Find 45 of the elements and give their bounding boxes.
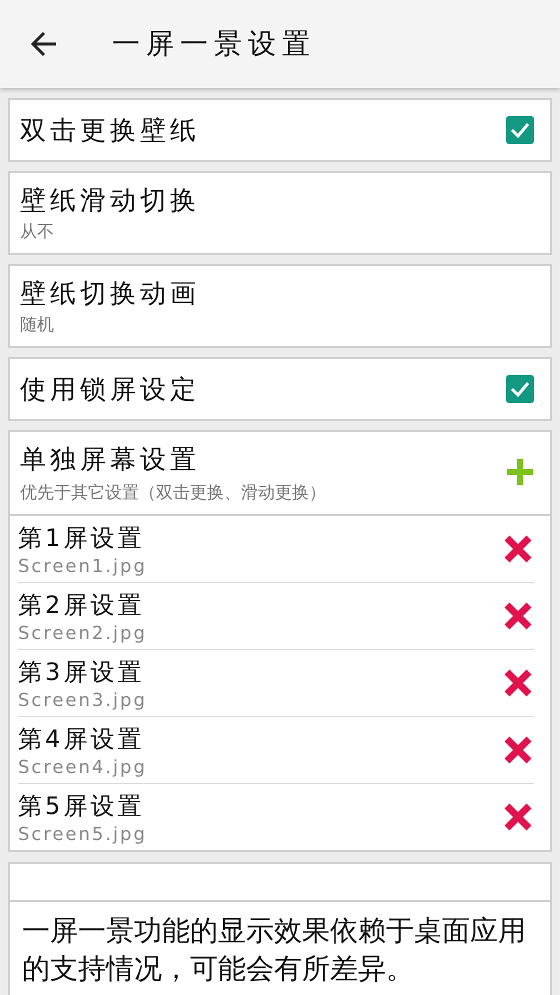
setting-title: 壁纸滑动切换 xyxy=(20,185,201,218)
screen-item[interactable]: 第1屏设置 Screen1.jpg xyxy=(18,516,534,583)
screen-title: 一屏一景设置 xyxy=(112,26,316,62)
file-name: Screen4.jpg xyxy=(18,756,148,778)
setting-title: 壁纸切换动画 xyxy=(20,278,201,311)
setting-item[interactable]: 双击更换壁纸 xyxy=(8,98,552,162)
setting-value: 从不 xyxy=(20,221,55,243)
file-name: Screen5.jpg xyxy=(18,824,148,844)
close-icon xyxy=(502,600,534,632)
screen-title: 第1屏设置 xyxy=(18,522,146,554)
plus-icon xyxy=(505,457,535,487)
close-icon xyxy=(502,734,534,766)
screen-item[interactable]: 第5屏设置 Screen5.jpg xyxy=(18,784,534,850)
setting-title: 使用锁屏设定 xyxy=(20,374,201,406)
screen-item[interactable]: 第3屏设置 Screen3.jpg xyxy=(18,650,534,717)
screen-title: 第3屏设置 xyxy=(18,656,146,688)
delete-button[interactable] xyxy=(502,801,534,833)
checkbox[interactable] xyxy=(506,375,534,403)
checkbox[interactable] xyxy=(506,116,534,144)
setting-title: 双击更换壁纸 xyxy=(20,114,201,148)
screen-item[interactable]: 第4屏设置 Screen4.jpg xyxy=(18,717,534,784)
file-name: Screen1.jpg xyxy=(18,556,148,576)
close-icon xyxy=(502,533,534,565)
close-icon xyxy=(502,667,534,699)
delete-button[interactable] xyxy=(502,667,534,699)
delete-button[interactable] xyxy=(502,734,534,766)
file-name: Screen3.jpg xyxy=(18,690,148,710)
setting-item[interactable]: 壁纸滑动切换 从不 xyxy=(8,171,552,255)
setting-value: 随机 xyxy=(20,314,55,336)
checkmark-icon xyxy=(510,381,530,397)
screen-title: 第5屏设置 xyxy=(18,790,146,822)
checkmark-icon xyxy=(510,122,530,138)
screen-item[interactable]: 第2屏设置 Screen2.jpg xyxy=(18,583,534,650)
screen-title: 第2屏设置 xyxy=(18,590,146,620)
file-name: Screen2.jpg xyxy=(18,622,148,644)
setting-item[interactable]: 使用锁屏设定 xyxy=(8,357,552,421)
delete-button[interactable] xyxy=(502,533,534,565)
close-icon xyxy=(502,801,534,833)
notice-text: 一屏一景功能的显示效果依赖于桌面应用的支持情况，可能会有所差异。 xyxy=(22,913,527,987)
delete-button[interactable] xyxy=(502,600,534,632)
group-subtitle: 优先于其它设置（双击更换、滑动更换） xyxy=(20,482,327,504)
group-title: 单独屏幕设置 xyxy=(20,444,201,477)
screen-title: 第4屏设置 xyxy=(18,724,146,754)
back-arrow-icon xyxy=(30,30,58,58)
setting-item[interactable]: 壁纸切换动画 随机 xyxy=(8,264,552,348)
